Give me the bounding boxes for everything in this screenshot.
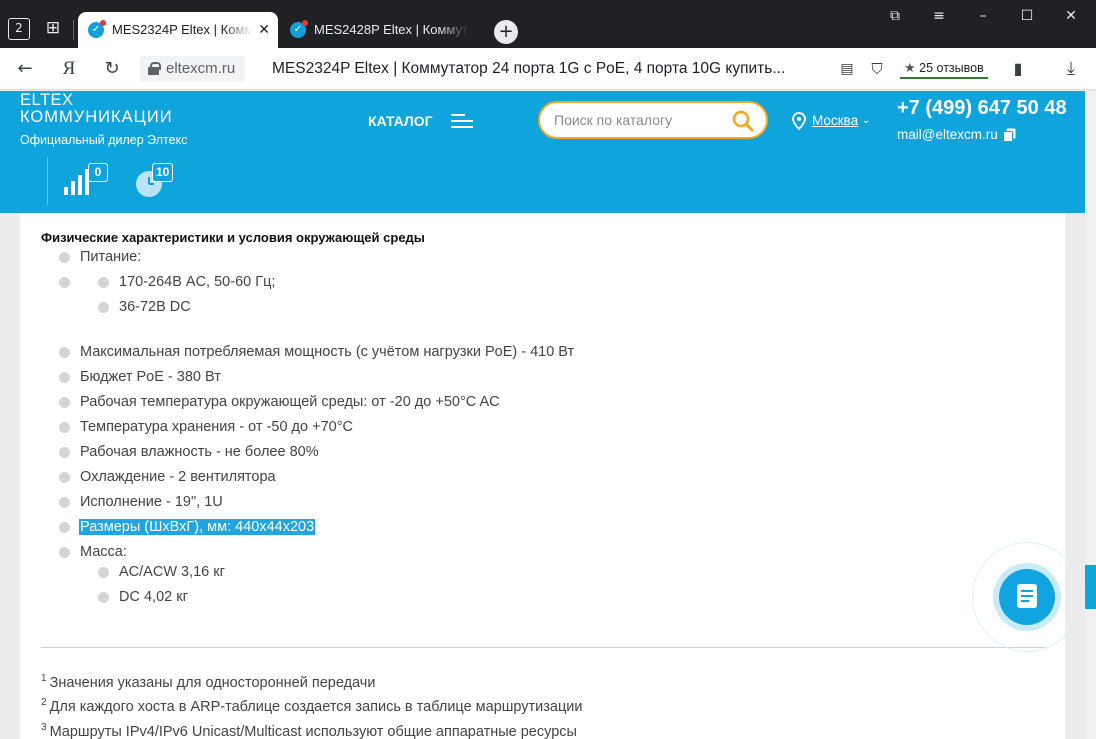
- bullet: [59, 522, 70, 533]
- tab-mes2324p[interactable]: ✓ MES2324P Eltex | Коммутатор ✕: [78, 12, 278, 48]
- close-window-icon[interactable]: ✕: [1060, 8, 1082, 24]
- menu-icon[interactable]: ≡: [928, 8, 950, 24]
- spec-item: Бюджет PoE - 380 Вт: [80, 369, 221, 385]
- star-icon: ★: [904, 61, 916, 76]
- catalog-button[interactable]: КАТАЛОГ: [368, 111, 433, 131]
- footnote-number: 1: [41, 673, 47, 684]
- new-tab-icon[interactable]: +: [494, 20, 518, 44]
- city-selector[interactable]: Москва: [812, 112, 858, 130]
- spec-power-label: Питание:: [80, 249, 142, 265]
- bullet: [98, 277, 109, 288]
- bullet: [59, 547, 70, 558]
- footnotes-divider: [41, 647, 1045, 648]
- footnote: 3 Маршруты IPv4/IPv6 Unicast/Multicast ис…: [41, 719, 577, 739]
- logo-line-2[interactable]: КОММУНИКАЦИИ: [20, 108, 173, 126]
- chat-icon: [1017, 584, 1037, 608]
- reviews-link[interactable]: ★ 25 отзывов: [900, 59, 988, 79]
- footnote-text: Маршруты IPv4/IPv6 Unicast/Multicast исп…: [49, 724, 577, 739]
- url-host: eltexcm.ru: [166, 60, 236, 77]
- location-pin-icon: [792, 112, 806, 130]
- chevron-down-icon[interactable]: ⌄: [862, 114, 870, 128]
- new-folder-icon[interactable]: ⊞: [42, 18, 64, 40]
- close-icon[interactable]: ✕: [258, 12, 270, 48]
- reviews-label: 25 отзывов: [919, 61, 984, 75]
- footnote: 2 Для каждого хоста в ARP-таблице создает…: [41, 694, 583, 716]
- browser-window: 2 ⊞ ✓ MES2324P Eltex | Коммутатор ✕ ✓ ME…: [0, 0, 1096, 739]
- tab-bar-divider: [73, 20, 74, 40]
- chat-button[interactable]: [999, 569, 1055, 625]
- bullet: [59, 422, 70, 433]
- spec-item-selected: Размеры (ШхВхГ), мм: 440х44х203: [79, 518, 316, 536]
- footnote-number: 2: [41, 697, 47, 708]
- product-specs-content: Физические характеристики и условия окру…: [20, 213, 1065, 739]
- spec-mass-ac: AC/ACW 3,16 кг: [119, 564, 225, 580]
- search-input[interactable]: [554, 111, 724, 129]
- tab-title: MES2324P Eltex | Коммутатор: [112, 22, 252, 37]
- bullet: [59, 397, 70, 408]
- logo-tagline: Официальный дилер Элтекс: [20, 133, 188, 147]
- tabs-icon[interactable]: 2: [8, 18, 30, 40]
- tab-title: MES2428P Eltex | Коммутатор: [314, 22, 469, 37]
- spec-item: Максимальная потребляемая мощность (с уч…: [80, 344, 575, 360]
- search-icon[interactable]: [732, 110, 754, 132]
- site-favicon-icon: ✓: [290, 20, 308, 38]
- reload-icon[interactable]: ↻: [101, 58, 123, 80]
- site-favicon-icon: ✓: [88, 20, 106, 38]
- phone-number[interactable]: +7 (499) 647 50 48: [897, 95, 1067, 121]
- maximize-icon[interactable]: ☐: [1016, 8, 1038, 24]
- window-bookmarks-icon[interactable]: ⧉: [884, 8, 906, 24]
- tab-bar: 2 ⊞ ✓ MES2324P Eltex | Коммутатор ✕ ✓ ME…: [0, 0, 1096, 48]
- footnote-text: Для каждого хоста в ARP-таблице создаетс…: [49, 699, 583, 715]
- spec-power-ac: 170-264В AC, 50-60 Гц;: [119, 274, 276, 290]
- footnote-text: Значения указаны для односторонней перед…: [49, 675, 376, 691]
- address-bar: ← Я ↻ eltexcm.ru MES2324P Eltex | Коммут…: [0, 48, 1096, 90]
- reader-icon[interactable]: ▤: [836, 58, 858, 80]
- section-title: Физические характеристики и условия окру…: [41, 230, 425, 245]
- bullet: [59, 472, 70, 483]
- catalog-search: [538, 101, 768, 139]
- email-link[interactable]: mail@eltexcm.ru: [897, 126, 998, 144]
- bullet: [98, 567, 109, 578]
- lock-icon: [148, 62, 161, 75]
- spec-item: Рабочая температура окружающей среды: от…: [80, 394, 500, 410]
- site-header: ELTEX КОММУНИКАЦИИ Официальный дилер Элт…: [0, 91, 1085, 213]
- yandex-icon[interactable]: Я: [58, 58, 80, 80]
- spec-mass-dc: DC 4,02 кг: [119, 589, 188, 605]
- bullet: [59, 372, 70, 383]
- bullet: [59, 277, 70, 288]
- bookmark-icon[interactable]: ▮: [1007, 58, 1029, 80]
- hamburger-icon[interactable]: [451, 114, 473, 128]
- history-count-badge: 10: [152, 163, 174, 182]
- url-field[interactable]: eltexcm.ru: [140, 56, 246, 82]
- back-icon[interactable]: ←: [14, 58, 36, 80]
- protect-icon[interactable]: ⛉: [866, 58, 888, 80]
- minimize-icon[interactable]: –: [972, 8, 994, 24]
- copy-icon[interactable]: [1003, 128, 1016, 142]
- page-scrollbar[interactable]: [1085, 91, 1096, 739]
- bullet: [59, 347, 70, 358]
- spec-item: Охлаждение - 2 вентилятора: [80, 469, 276, 485]
- bullet: [59, 447, 70, 458]
- bullet: [59, 497, 70, 508]
- scrollbar-thumb[interactable]: [1085, 565, 1096, 609]
- spec-item: Исполнение - 19", 1U: [80, 494, 223, 510]
- compare-count-badge: 0: [88, 163, 108, 182]
- bullet: [98, 302, 109, 313]
- spec-item: Рабочая влажность - не более 80%: [80, 444, 319, 460]
- logo-line-1[interactable]: ELTEX: [20, 91, 74, 109]
- spec-power-dc: 36-72В DC: [119, 299, 191, 315]
- bullet: [98, 592, 109, 603]
- footnote-number: 3: [41, 722, 47, 733]
- download-icon[interactable]: ⤓: [1060, 58, 1082, 80]
- spec-mass-label: Масса:: [80, 544, 127, 560]
- selected-text: Размеры (ШхВхГ), мм: 440х44х203: [79, 519, 316, 535]
- bullet: [59, 252, 70, 263]
- address-page-title[interactable]: MES2324P Eltex | Коммутатор 24 порта 1G …: [272, 58, 812, 80]
- header-divider: [47, 157, 48, 205]
- tab-mes2428p[interactable]: ✓ MES2428P Eltex | Коммутатор: [280, 12, 476, 48]
- footnote: 1 Значения указаны для односторонней пере…: [41, 670, 375, 692]
- spec-item: Температура хранения - от -50 до +70°C: [80, 419, 353, 435]
